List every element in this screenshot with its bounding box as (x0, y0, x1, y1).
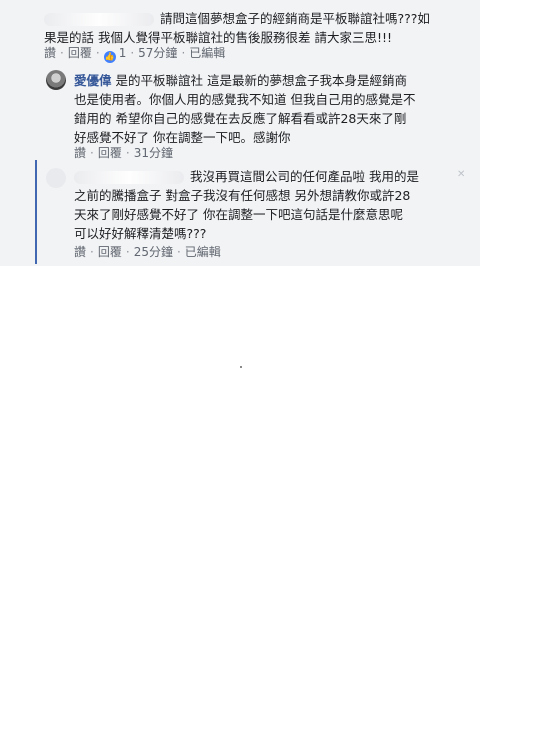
reply-2-line-4: 可以好好解釋清楚嗎??? (74, 226, 207, 241)
timestamp[interactable]: 31分鐘 (134, 146, 173, 160)
reply-1-line-2: 也是使用者。你個人用的感覺我不知道 但我自己用的感覺是不 (74, 92, 416, 107)
stray-dot (240, 366, 242, 368)
like-link[interactable]: 讚 (44, 46, 56, 60)
edited-label[interactable]: 已編輯 (185, 245, 221, 259)
avatar[interactable] (46, 168, 66, 188)
avatar[interactable] (46, 70, 66, 90)
edited-label[interactable]: 已編輯 (189, 46, 225, 60)
comment-1-line-1: 請問這個夢想盒子的經銷商是平板聯誼社嗎???如 (44, 9, 464, 28)
reply-link[interactable]: 回覆 (98, 245, 122, 259)
reply-link[interactable]: 回覆 (98, 146, 122, 160)
like-link[interactable]: 讚 (74, 146, 86, 160)
redacted-author-name (74, 171, 184, 184)
comment-1-text: 請問這個夢想盒子的經銷商是平板聯誼社嗎???如 果是的話 我個人覺得平板聯誼社的… (44, 9, 464, 47)
reply-1-actions: 讚 · 回覆 · 31分鐘 (74, 146, 173, 160)
timestamp[interactable]: 57分鐘 (138, 46, 177, 60)
close-icon[interactable]: ✕ (457, 169, 465, 180)
thumbs-up-icon: 👍 (103, 51, 116, 63)
reply-1-text: 愛優偉 是的平板聯誼社 這是最新的夢想盒子我本身是經銷商 也是使用者。你個人用的… (74, 71, 462, 147)
redacted-author-name (44, 13, 154, 26)
reply-2-actions: 讚 · 回覆 · 25分鐘 · 已編輯 (74, 245, 221, 259)
reply-2-line-1: 我沒再買這間公司的任何產品啦 我用的是 (74, 167, 450, 186)
thread-highlight-line (35, 160, 37, 264)
like-link[interactable]: 讚 (74, 245, 86, 259)
reply-2-text: 我沒再買這間公司的任何產品啦 我用的是 之前的騰播盒子 對盒子我沒有任何感想 另… (74, 167, 450, 243)
reply-link[interactable]: 回覆 (68, 46, 92, 60)
reply-2-line-3: 天來了剛好感覺不好了 你在調整一下吧這句話是什麼意思呢 (74, 207, 403, 222)
comment-1-actions: 讚 · 回覆 · 👍 1 · 57分鐘 · 已編輯 (44, 46, 226, 63)
timestamp[interactable]: 25分鐘 (134, 245, 173, 259)
author-name[interactable]: 愛優偉 (74, 73, 112, 88)
reply-1-line-3: 錯用的 希望你自己的感覺在去反應了解看看或許28天來了剛 (74, 111, 407, 126)
reply-1-line-1: 愛優偉 是的平板聯誼社 這是最新的夢想盒子我本身是經銷商 (74, 73, 407, 88)
reply-2-line-2: 之前的騰播盒子 對盒子我沒有任何感想 另外想請教你或許28 (74, 188, 411, 203)
